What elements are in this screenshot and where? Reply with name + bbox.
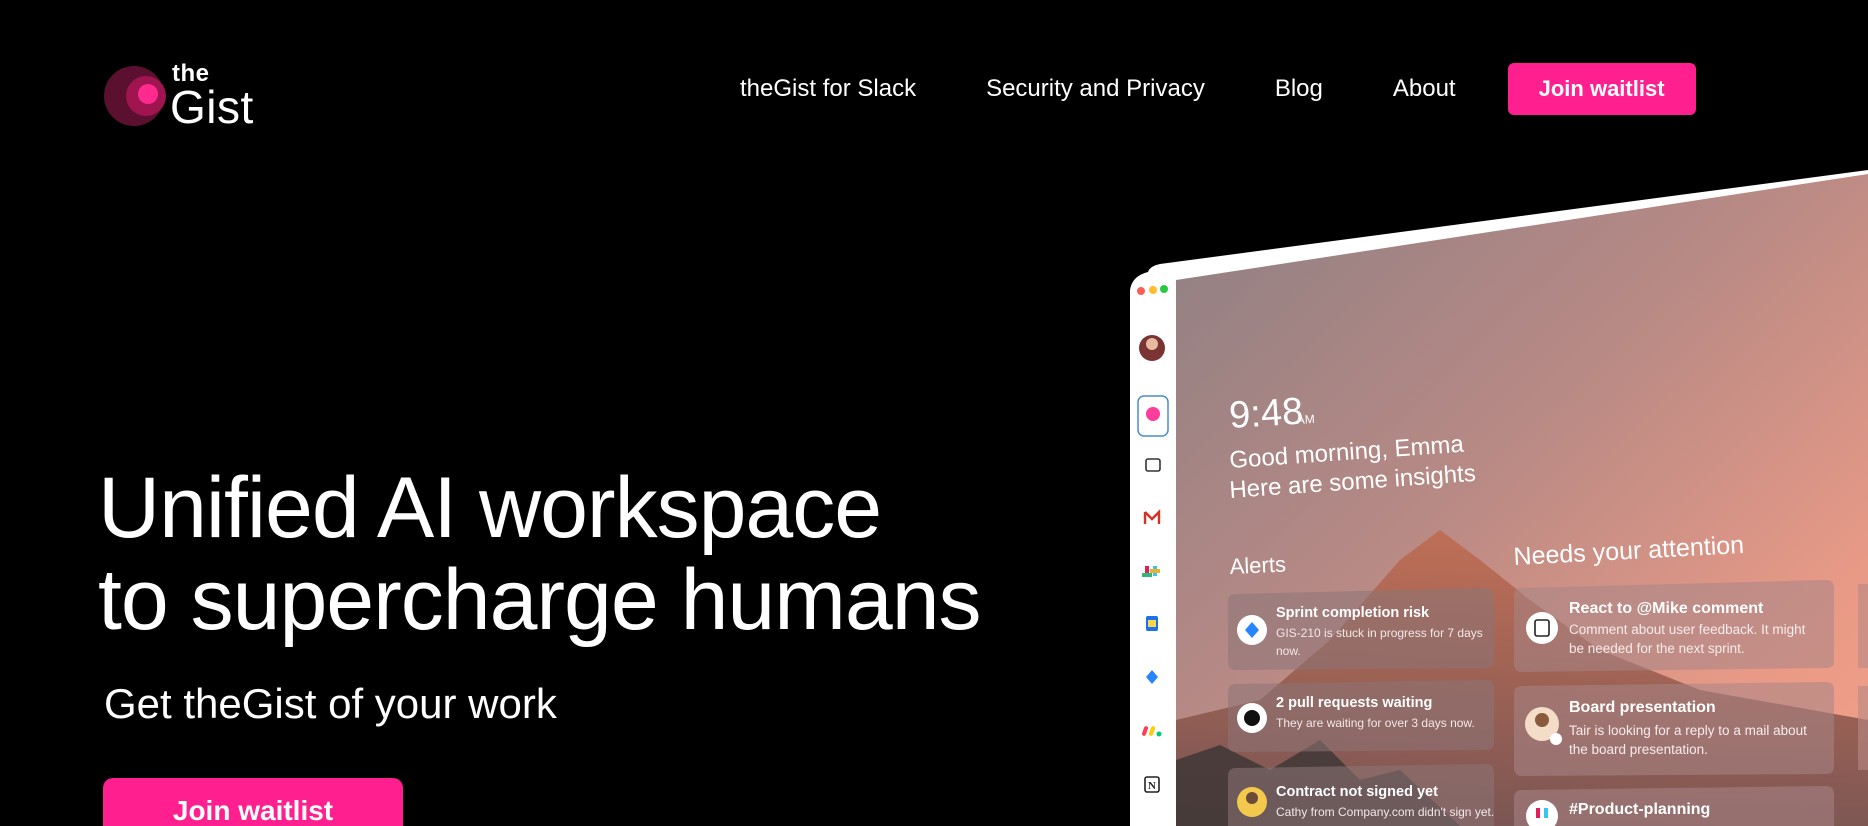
attention-card[interactable]: Board presentation Tair is looking for a… [1514,682,1834,776]
third-column-card [1858,686,1868,770]
gmail-badge-icon [1550,733,1562,745]
svg-text:N: N [1148,780,1156,792]
attention-title: React to @Mike comment [1569,600,1764,617]
alert-desc: They are waiting for over 3 days now. [1276,716,1475,730]
alert-card[interactable]: Contract not signed yet Cathy from Compa… [1228,764,1494,826]
alert-desc: Cathy from Company.com didn't sign yet. [1276,805,1494,819]
alert-desc-2: now. [1276,644,1301,658]
attention-card[interactable]: React to @Mike comment Comment about use… [1514,580,1834,672]
window-close-icon[interactable] [1137,287,1145,295]
alert-card[interactable]: 2 pull requests waiting They are waiting… [1228,680,1494,752]
attention-desc-2: the board presentation. [1569,742,1708,757]
app-mockup: N 9:48 AM Good morning, Emma Here are so… [1130,170,1868,826]
clock-ampm: AM [1296,412,1315,427]
clock-time: 9:48 [1228,391,1304,437]
attention-desc: Tair is looking for a reply to a mail ab… [1569,723,1807,738]
alert-title: Sprint completion risk [1276,605,1430,621]
window-maximize-icon[interactable] [1160,285,1168,293]
alert-card[interactable]: Sprint completion risk GIS-210 is stuck … [1228,588,1494,670]
attention-desc: Comment about user feedback. It might [1569,622,1806,637]
notion-icon [1526,612,1558,644]
gist-icon [1146,407,1160,421]
window-minimize-icon[interactable] [1149,286,1157,294]
alert-desc: GIS-210 is stuck in progress for 7 days [1276,626,1483,640]
alert-title: 2 pull requests waiting [1276,695,1432,711]
attention-desc-2: be needed for the next sprint. [1569,641,1745,656]
attention-card[interactable]: #Product-planning [1514,786,1834,826]
attention-title: Board presentation [1569,699,1716,716]
attention-title: #Product-planning [1569,801,1710,818]
alert-title: Contract not signed yet [1276,784,1438,800]
alerts-heading: Alerts [1229,552,1286,579]
third-column-card [1858,584,1868,668]
